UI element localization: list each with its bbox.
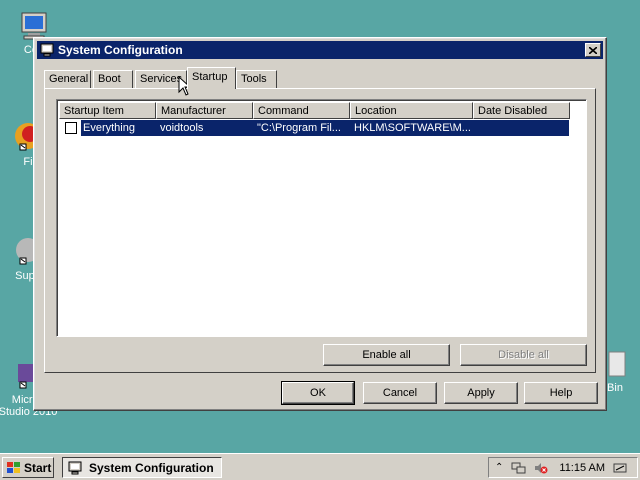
chevron-up-icon[interactable]: ⌃ xyxy=(495,462,503,473)
column-date-disabled[interactable]: Date Disabled xyxy=(473,102,570,119)
tab-boot[interactable]: Boot xyxy=(93,70,133,88)
system-configuration-window: System Configuration General Boot Servic… xyxy=(33,37,607,411)
start-button[interactable]: Start xyxy=(2,457,54,478)
taskbar-button-system-configuration[interactable]: System Configuration xyxy=(62,457,222,478)
close-button[interactable] xyxy=(585,43,601,57)
tab-tools[interactable]: Tools xyxy=(236,70,277,88)
help-button[interactable]: Help xyxy=(524,382,598,404)
startup-tab-panel: Startup Item Manufacturer Command Locati… xyxy=(44,88,596,373)
window-title: System Configuration xyxy=(58,43,183,57)
location-cell: HKLM\SOFTWARE\M... xyxy=(354,122,471,134)
keyboard-icon[interactable] xyxy=(613,461,627,475)
table-row[interactable]: Everything voidtools "C:\Program Fil... … xyxy=(59,120,569,136)
checkbox-cell: Everything xyxy=(59,120,156,136)
msconfig-icon xyxy=(40,43,54,57)
startup-item-name: Everything xyxy=(81,120,156,136)
command-cell: "C:\Program Fil... xyxy=(257,122,341,134)
close-icon xyxy=(589,46,597,54)
column-command[interactable]: Command xyxy=(253,102,350,119)
volume-muted-icon[interactable] xyxy=(533,461,549,475)
system-tray: ⌃ 11:15 AM xyxy=(488,457,638,478)
windows-logo-icon xyxy=(7,461,20,473)
tab-startup[interactable]: Startup xyxy=(187,67,236,89)
column-location[interactable]: Location xyxy=(350,102,473,119)
clock[interactable]: 11:15 AM xyxy=(559,462,605,474)
list-header: Startup Item Manufacturer Command Locati… xyxy=(59,102,570,119)
column-startup-item[interactable]: Startup Item xyxy=(59,102,156,119)
ok-button[interactable]: OK xyxy=(281,381,355,405)
start-label: Start xyxy=(24,460,52,475)
enable-all-button[interactable]: Enable all xyxy=(323,344,450,366)
msconfig-icon xyxy=(68,461,82,474)
cancel-button[interactable]: Cancel xyxy=(363,382,437,404)
network-icon[interactable] xyxy=(511,461,527,475)
startup-item-checkbox[interactable] xyxy=(65,122,77,134)
manufacturer-cell: voidtools xyxy=(160,122,204,134)
startup-list[interactable]: Startup Item Manufacturer Command Locati… xyxy=(56,99,587,337)
disable-all-button[interactable]: Disable all xyxy=(460,344,587,366)
taskbar: Start System Configuration ⌃ 11:15 AM xyxy=(0,453,640,480)
taskbar-button-label: System Configuration xyxy=(89,460,214,475)
title-bar[interactable]: System Configuration xyxy=(37,41,603,59)
column-manufacturer[interactable]: Manufacturer xyxy=(156,102,253,119)
tab-general[interactable]: General xyxy=(44,70,91,88)
apply-button[interactable]: Apply xyxy=(444,382,518,404)
